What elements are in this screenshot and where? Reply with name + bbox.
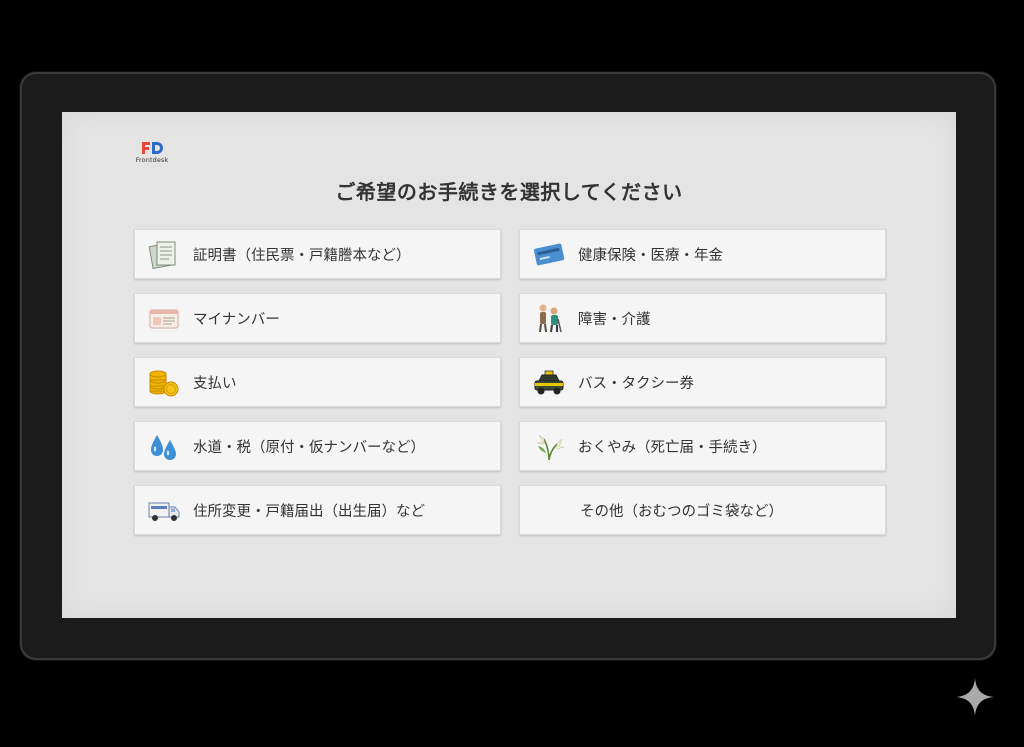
frontdesk-logo: Frontdesk [132, 141, 172, 167]
menu-item-label: バス・タクシー券 [578, 375, 694, 392]
moving-truck-icon [147, 493, 181, 527]
page-title: ご希望のお手続きを選択してください [335, 180, 683, 204]
menu-item-disability-care[interactable]: 障害・介護 [519, 293, 886, 343]
water-drops-icon [147, 429, 181, 463]
menu-item-other[interactable]: その他（おむつのゴミ袋など） [519, 485, 886, 535]
menu-item-address-change[interactable]: 住所変更・戸籍届出（出生届）など [134, 485, 501, 535]
documents-icon [147, 237, 181, 271]
menu-item-label: 住所変更・戸籍届出（出生届）など [193, 503, 425, 520]
kiosk-screen: Frontdesk ご希望のお手続きを選択してください 証明書（住民票・戸籍謄本… [62, 112, 956, 618]
procedure-menu: 証明書（住民票・戸籍謄本など） 健康保険・医療・年金 マイナンバー 障害・介護 … [134, 229, 886, 535]
menu-item-label: マイナンバー [193, 311, 280, 328]
insurance-card-icon [532, 237, 566, 271]
menu-item-water-tax[interactable]: 水道・税（原付・仮ナンバーなど） [134, 421, 501, 471]
taxi-icon [532, 365, 566, 399]
sparkle-icon [956, 678, 994, 716]
menu-item-label: 水道・税（原付・仮ナンバーなど） [193, 439, 425, 456]
caregiver-icon [532, 301, 566, 335]
menu-item-bus-taxi-ticket[interactable]: バス・タクシー券 [519, 357, 886, 407]
menu-item-certificates[interactable]: 証明書（住民票・戸籍謄本など） [134, 229, 501, 279]
menu-item-label: 支払い [193, 375, 237, 392]
logo-text: Frontdesk [135, 156, 169, 164]
menu-item-label: 証明書（住民票・戸籍謄本など） [193, 247, 411, 264]
menu-item-my-number[interactable]: マイナンバー [134, 293, 501, 343]
coins-icon [147, 365, 181, 399]
menu-item-label: 障害・介護 [578, 311, 651, 328]
logo-mark-icon [142, 142, 163, 154]
menu-item-health-insurance[interactable]: 健康保険・医療・年金 [519, 229, 886, 279]
menu-item-payment[interactable]: 支払い [134, 357, 501, 407]
menu-item-condolence[interactable]: おくやみ（死亡届・手続き） [519, 421, 886, 471]
menu-item-label: 健康保険・医療・年金 [578, 247, 723, 264]
lily-flower-icon [532, 429, 566, 463]
menu-item-label: その他（おむつのゴミ袋など） [580, 503, 783, 520]
id-card-icon [147, 301, 181, 335]
menu-item-label: おくやみ（死亡届・手続き） [578, 439, 767, 456]
